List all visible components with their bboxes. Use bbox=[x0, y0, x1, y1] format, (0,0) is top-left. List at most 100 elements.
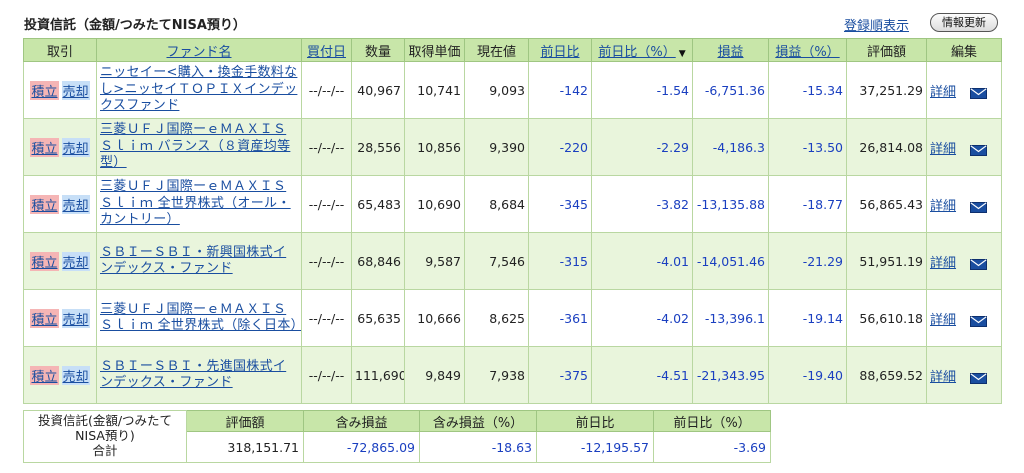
trade-cell: 積立 売却 bbox=[23, 289, 97, 347]
tsumitate-button[interactable]: 積立 bbox=[30, 308, 59, 328]
day-change: -345 bbox=[528, 175, 592, 233]
table-row: 積立 売却 ＳＢＩーＳＢＩ・新興国株式インデックス・ファンド --/--/-- 68,8… bbox=[23, 232, 1002, 290]
mail-icon[interactable] bbox=[970, 315, 988, 327]
edit-cell: 詳細 bbox=[926, 175, 1002, 233]
sell-button[interactable]: 売却 bbox=[61, 137, 90, 157]
col-fund-name[interactable]: ファンド名 bbox=[96, 38, 302, 62]
mail-icon[interactable] bbox=[970, 258, 988, 270]
detail-link[interactable]: 詳細 bbox=[930, 142, 956, 157]
sort-gain-link[interactable]: 損益 bbox=[717, 45, 743, 60]
summary-unrealized-gain-pct: -18.63 bbox=[419, 431, 537, 463]
quantity: 68,846 bbox=[351, 232, 405, 290]
sell-button[interactable]: 売却 bbox=[61, 80, 90, 100]
summary-day-change-pct: -3.69 bbox=[653, 431, 771, 463]
unit-cost: 10,690 bbox=[404, 175, 465, 233]
summary-header-row: 投資信託(金額/つみたて NISA預り) 合計 評価額 含み損益 含み損益（%）… bbox=[23, 410, 771, 463]
mail-icon[interactable] bbox=[970, 144, 988, 156]
detail-link[interactable]: 詳細 bbox=[930, 370, 956, 385]
detail-link[interactable]: 詳細 bbox=[930, 199, 956, 214]
buy-date: --/--/-- bbox=[301, 346, 352, 404]
sell-button[interactable]: 売却 bbox=[61, 365, 90, 385]
buy-date: --/--/-- bbox=[301, 289, 352, 347]
summary-day-change: -12,195.57 bbox=[536, 431, 654, 463]
col-unit-cost: 取得単価 bbox=[404, 38, 465, 62]
sort-gain-pct-link[interactable]: 損益（%） bbox=[775, 45, 839, 60]
refresh-button[interactable]: 情報更新 bbox=[930, 13, 998, 32]
table-row: 積立 売却 三菱ＵＦＪ国際ーｅＭＡＸＩＳ Ｓｌｉｍ 全世界株式（除く日本） --/--… bbox=[23, 289, 1002, 347]
edit-cell: 詳細 bbox=[926, 289, 1002, 347]
sort-fund-name-link[interactable]: ファンド名 bbox=[166, 45, 231, 60]
table-row: 積立 売却 三菱ＵＦＪ国際ーｅＭＡＸＩＳ Ｓｌｉｍ バランス（８資産均等型） --/-… bbox=[23, 118, 1002, 176]
sell-button[interactable]: 売却 bbox=[61, 251, 90, 271]
gain: -6,751.36 bbox=[692, 61, 769, 119]
day-change-pct: -4.02 bbox=[591, 289, 693, 347]
fund-name-link[interactable]: ＳＢＩーＳＢＩ・先進国株式インデックス・ファンド bbox=[96, 346, 302, 404]
unit-cost: 10,666 bbox=[404, 289, 465, 347]
sell-button[interactable]: 売却 bbox=[61, 308, 90, 328]
day-change: -315 bbox=[528, 232, 592, 290]
summary-table: 投資信託(金額/つみたて NISA預り) 合計 評価額 含み損益 含み損益（%）… bbox=[23, 410, 771, 463]
gain-pct: -19.14 bbox=[768, 289, 847, 347]
col-current-price: 現在値 bbox=[464, 38, 529, 62]
tsumitate-button[interactable]: 積立 bbox=[30, 251, 59, 271]
tsumitate-button[interactable]: 積立 bbox=[30, 194, 59, 214]
trade-cell: 積立 売却 bbox=[23, 61, 97, 119]
valuation: 88,659.52 bbox=[846, 346, 927, 404]
detail-link[interactable]: 詳細 bbox=[930, 313, 956, 328]
valuation: 56,865.43 bbox=[846, 175, 927, 233]
unit-cost: 9,849 bbox=[404, 346, 465, 404]
trade-cell: 積立 売却 bbox=[23, 232, 97, 290]
mail-icon[interactable] bbox=[970, 372, 988, 384]
col-gain[interactable]: 損益 bbox=[692, 38, 769, 62]
unit-cost: 9,587 bbox=[404, 232, 465, 290]
sort-day-change-link[interactable]: 前日比 bbox=[540, 45, 579, 60]
summary-col-unrealized-gain: 含み損益 bbox=[303, 410, 420, 432]
fund-name-link[interactable]: 三菱ＵＦＪ国際ーｅＭＡＸＩＳ Ｓｌｉｍ 全世界株式（除く日本） bbox=[96, 289, 302, 347]
quantity: 40,967 bbox=[351, 61, 405, 119]
registration-order-link[interactable]: 登録順表示 bbox=[844, 15, 909, 34]
detail-link[interactable]: 詳細 bbox=[930, 256, 956, 271]
trade-cell: 積立 売却 bbox=[23, 346, 97, 404]
table-row: 積立 売却 ニッセイー<購入・換金手数料なし>ニッセイＴＯＰＩＸインデックスファンド… bbox=[23, 61, 1002, 119]
buy-date: --/--/-- bbox=[301, 232, 352, 290]
col-edit: 編集 bbox=[926, 38, 1002, 62]
fund-name-link[interactable]: 三菱ＵＦＪ国際ーｅＭＡＸＩＳ Ｓｌｉｍ 全世界株式（オール・カントリー） bbox=[96, 175, 302, 233]
tsumitate-button[interactable]: 積立 bbox=[30, 365, 59, 385]
day-change: -361 bbox=[528, 289, 592, 347]
current-price: 8,684 bbox=[464, 175, 529, 233]
day-change-pct: -3.82 bbox=[591, 175, 693, 233]
mail-icon[interactable] bbox=[970, 201, 988, 213]
sort-day-change-pct-link[interactable]: 前日比（%） bbox=[598, 45, 675, 60]
detail-link[interactable]: 詳細 bbox=[930, 85, 956, 100]
fund-name-link[interactable]: 三菱ＵＦＪ国際ーｅＭＡＸＩＳ Ｓｌｉｍ バランス（８資産均等型） bbox=[96, 118, 302, 176]
col-buy-date[interactable]: 買付日 bbox=[301, 38, 352, 62]
fund-name-link[interactable]: ニッセイー<購入・換金手数料なし>ニッセイＴＯＰＩＸインデックスファンド bbox=[96, 61, 302, 119]
buy-date: --/--/-- bbox=[301, 175, 352, 233]
quantity: 111,690 bbox=[351, 346, 405, 404]
edit-cell: 詳細 bbox=[926, 118, 1002, 176]
day-change-pct: -1.54 bbox=[591, 61, 693, 119]
tsumitate-button[interactable]: 積立 bbox=[30, 137, 59, 157]
tsumitate-button[interactable]: 積立 bbox=[30, 80, 59, 100]
summary-col-day-change: 前日比 bbox=[536, 410, 654, 432]
valuation: 51,951.19 bbox=[846, 232, 927, 290]
col-day-change[interactable]: 前日比 bbox=[528, 38, 592, 62]
quantity: 65,635 bbox=[351, 289, 405, 347]
summary-label-line2: NISA預り) bbox=[75, 428, 135, 443]
summary-label-line1: 投資信託(金額/つみたて bbox=[37, 413, 173, 428]
current-price: 7,938 bbox=[464, 346, 529, 404]
col-quantity: 数量 bbox=[351, 38, 405, 62]
day-change-pct: -4.01 bbox=[591, 232, 693, 290]
sell-button[interactable]: 売却 bbox=[61, 194, 90, 214]
unit-cost: 10,741 bbox=[404, 61, 465, 119]
gain-pct: -21.29 bbox=[768, 232, 847, 290]
valuation: 56,610.18 bbox=[846, 289, 927, 347]
sort-buy-date-link[interactable]: 買付日 bbox=[307, 45, 346, 60]
col-gain-pct[interactable]: 損益（%） bbox=[768, 38, 847, 62]
fund-name-link[interactable]: ＳＢＩーＳＢＩ・新興国株式インデックス・ファンド bbox=[96, 232, 302, 290]
summary-unrealized-gain: -72,865.09 bbox=[303, 431, 420, 463]
section-title: 投資信託（金額/つみたてNISA預り） bbox=[24, 18, 246, 33]
quantity: 65,483 bbox=[351, 175, 405, 233]
mail-icon[interactable] bbox=[970, 87, 988, 99]
col-day-change-pct[interactable]: 前日比（%） ▼ bbox=[591, 38, 693, 62]
